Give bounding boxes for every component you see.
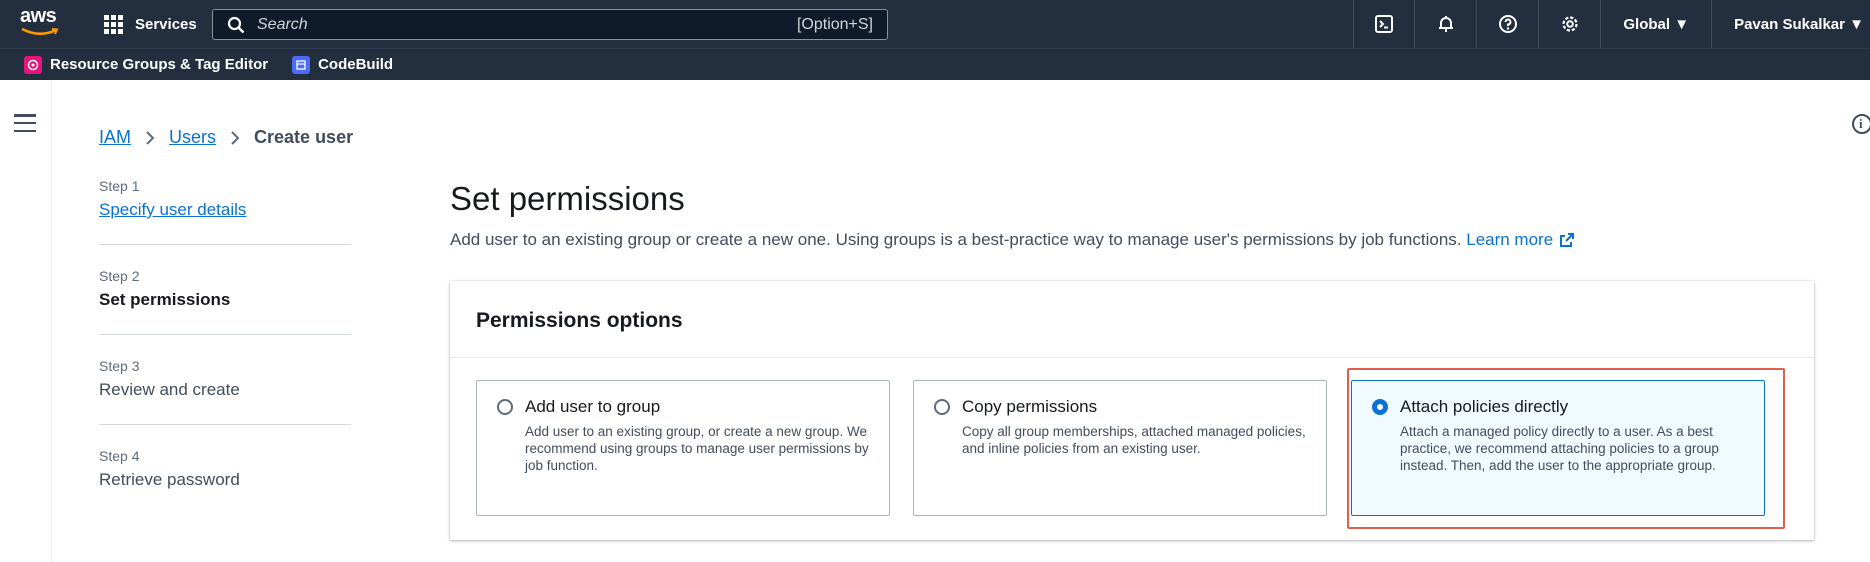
option-description: Add user to an existing group, or create…: [525, 424, 869, 473]
services-menu-button[interactable]: Services: [104, 10, 197, 38]
help-button[interactable]: [1477, 0, 1540, 48]
option-title: Attach policies directly: [1400, 397, 1569, 416]
option-copy-permissions[interactable]: Copy permissions Copy all group membersh…: [913, 380, 1327, 516]
favorite-label: Resource Groups & Tag Editor: [50, 56, 269, 73]
step-number: Step 3: [99, 358, 140, 374]
top-nav-right: Global ▼ Pavan Sukalkar ▼: [1353, 0, 1870, 48]
region-selector[interactable]: Global ▼: [1601, 0, 1713, 48]
step-label-review-and-create: Review and create: [99, 380, 240, 399]
favorites-bar: Resource Groups & Tag Editor CodeBuild: [0, 48, 1870, 80]
page-description: Add user to an existing group or create …: [450, 230, 1575, 250]
side-nav-toggle-icon[interactable]: [14, 114, 36, 132]
search-box[interactable]: [Option+S]: [212, 9, 888, 40]
side-nav-divider: [51, 80, 52, 562]
step-label-retrieve-password: Retrieve password: [99, 470, 240, 489]
services-label: Services: [135, 15, 197, 33]
search-shortcut-hint: [Option+S]: [796, 15, 873, 33]
step-link-specify-user-details[interactable]: Specify user details: [99, 200, 351, 220]
breadcrumb-current: Create user: [254, 127, 354, 147]
option-title: Add user to group: [525, 397, 661, 416]
favorite-resource-groups[interactable]: Resource Groups & Tag Editor: [24, 55, 269, 74]
top-navigation: aws Services [Option+S]: [0, 0, 1870, 48]
external-link-icon: [1560, 233, 1575, 247]
option-description: Attach a managed policy directly to a us…: [1400, 424, 1719, 473]
settings-button[interactable]: [1539, 0, 1602, 48]
option-add-user-to-group[interactable]: Add user to group Add user to an existin…: [476, 380, 890, 516]
page-title: Set permissions: [450, 180, 685, 217]
notifications-button[interactable]: [1415, 0, 1478, 48]
cloudshell-icon: [1375, 15, 1394, 33]
option-description: Copy all group memberships, attached man…: [962, 424, 1306, 456]
step-label-set-permissions: Set permissions: [99, 290, 231, 309]
account-menu[interactable]: Pavan Sukalkar ▼: [1712, 0, 1870, 48]
breadcrumb-users-link[interactable]: Users: [169, 127, 216, 148]
resource-groups-icon: [24, 55, 42, 74]
favorite-label: CodeBuild: [318, 56, 394, 73]
codebuild-icon: [292, 55, 311, 74]
permissions-options-panel: Permissions options Add user to group Ad…: [450, 281, 1814, 540]
aws-logo[interactable]: aws: [20, 6, 72, 42]
option-title: Copy permissions: [962, 397, 1098, 416]
option-attach-policies-directly[interactable]: Attach policies directly Attach a manage…: [1351, 380, 1765, 516]
bell-icon: [1438, 16, 1453, 32]
cloudshell-button[interactable]: [1353, 0, 1416, 48]
step-number: Step 1: [99, 178, 140, 194]
radio-copy-permissions[interactable]: [934, 399, 950, 415]
step-number: Step 4: [99, 448, 140, 464]
chevron-right-icon: [231, 130, 240, 145]
aws-smile-icon: [21, 27, 59, 35]
breadcrumb-iam-link[interactable]: IAM: [99, 127, 131, 148]
learn-more-link[interactable]: Learn more: [1466, 230, 1575, 249]
wizard-step-3: Step 3 Review and create: [99, 358, 351, 425]
panel-title: Permissions options: [450, 281, 1814, 358]
breadcrumb: IAM Users Create user: [99, 127, 353, 148]
search-input[interactable]: [257, 15, 797, 34]
search-icon: [227, 16, 245, 33]
aws-logo-text: aws: [20, 5, 57, 27]
wizard-step-2: Step 2 Set permissions: [99, 268, 351, 335]
wizard-step-4: Step 4 Retrieve password: [99, 448, 351, 514]
wizard-steps: Step 1 Specify user details Step 2 Set p…: [99, 178, 351, 537]
info-panel-icon[interactable]: i: [1852, 114, 1870, 134]
gear-icon: [1562, 16, 1578, 32]
step-number: Step 2: [99, 268, 140, 284]
help-icon: [1498, 15, 1517, 33]
services-grid-icon: [104, 14, 123, 34]
radio-attach-policies-directly[interactable]: [1372, 399, 1388, 415]
chevron-right-icon: [146, 130, 155, 145]
radio-add-user-to-group[interactable]: [497, 399, 513, 415]
favorite-codebuild[interactable]: CodeBuild: [292, 55, 394, 74]
description-text: Add user to an existing group or create …: [450, 230, 1462, 249]
wizard-step-1: Step 1 Specify user details: [99, 178, 351, 245]
